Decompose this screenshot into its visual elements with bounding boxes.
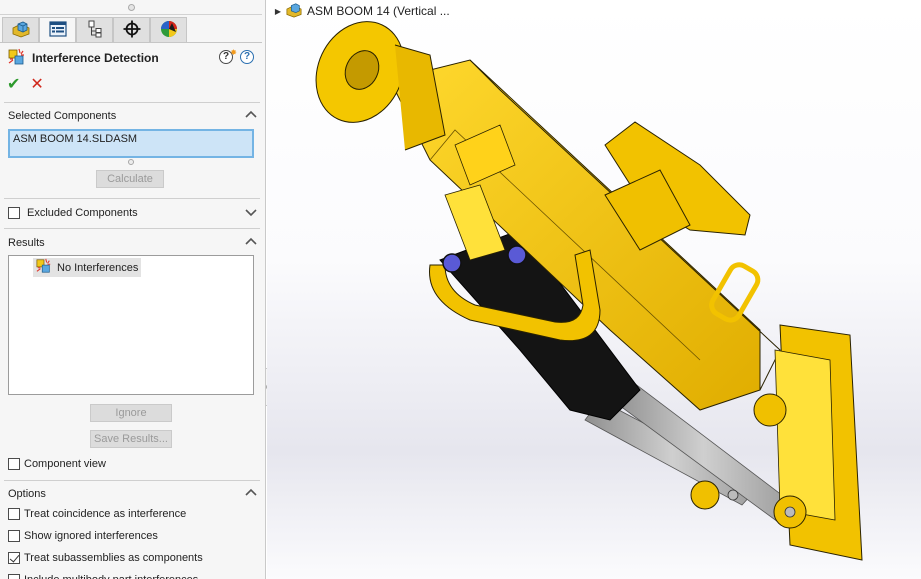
tab-dimxpert-manager[interactable] (113, 17, 150, 43)
selected-components-list[interactable]: ASM BOOM 14.SLDASM (8, 129, 254, 158)
crosshair-icon (123, 20, 141, 41)
divider (0, 42, 262, 43)
excluded-components-checkbox[interactable] (8, 207, 20, 219)
tab-configuration-manager[interactable] (76, 17, 113, 43)
boom-assembly-model[interactable] (267, 0, 921, 579)
cancel-button[interactable]: ✕ (30, 74, 43, 94)
save-results-button[interactable]: Save Results... (90, 430, 172, 448)
manager-tabs (2, 17, 187, 43)
checkbox[interactable] (8, 574, 20, 579)
chevron-down-icon[interactable] (244, 205, 258, 219)
option-treat-coincidence[interactable]: Treat coincidence as interference (8, 507, 186, 521)
divider (4, 102, 260, 103)
options-header[interactable]: Options (8, 486, 258, 502)
divider (4, 198, 260, 199)
assembly-name: ASM BOOM 14 (Vertical ... (307, 4, 450, 18)
page-title: Interference Detection (32, 51, 159, 65)
divider (0, 14, 262, 15)
option-include-multibody[interactable]: Include multibody part interferences (8, 573, 198, 579)
chevron-up-icon[interactable] (244, 486, 258, 500)
whats-new-help-icon[interactable]: ? ✸ (219, 48, 237, 64)
component-view-checkbox[interactable]: Component view (8, 457, 106, 471)
selected-components-label: Selected Components (8, 110, 117, 122)
divider (4, 480, 260, 481)
tab-display-manager[interactable] (150, 17, 187, 43)
ok-cancel-bar: ✔ ✕ (7, 74, 44, 94)
list-item[interactable]: No Interferences (33, 258, 142, 277)
list-item[interactable]: ASM BOOM 14.SLDASM (13, 133, 249, 145)
feature-tree-root[interactable]: ▶ ASM BOOM 14 (Vertical ... (271, 2, 450, 21)
property-manager-panel: Interference Detection ? ✸ ? ✔ ✕ Selected… (0, 0, 266, 579)
checkbox[interactable] (8, 508, 20, 520)
ok-button[interactable]: ✔ (7, 74, 20, 94)
interference-detection-icon (35, 258, 53, 277)
chevron-up-icon[interactable] (244, 235, 258, 249)
results-list[interactable]: No Interferences (8, 255, 254, 395)
expand-arrow-icon[interactable]: ▶ (271, 7, 285, 16)
configuration-icon (87, 20, 103, 41)
property-manager-header: Interference Detection ? ✸ ? (8, 48, 258, 68)
results-header[interactable]: Results (8, 235, 258, 251)
checkbox[interactable] (8, 530, 20, 542)
panel-resize-grip[interactable] (128, 4, 135, 11)
property-manager-icon (48, 20, 67, 40)
results-label: Results (8, 237, 45, 249)
divider (4, 228, 260, 229)
chevron-up-icon[interactable] (244, 108, 258, 122)
excluded-components-label: Excluded Components (27, 207, 138, 219)
excluded-components-header[interactable]: Excluded Components (8, 205, 258, 221)
checkbox[interactable] (8, 552, 20, 564)
selected-components-header[interactable]: Selected Components (8, 108, 258, 124)
checkbox[interactable] (8, 458, 20, 470)
option-treat-subassemblies[interactable]: Treat subassemblies as components (8, 551, 203, 565)
top-flange (315, 21, 446, 151)
calculate-button[interactable]: Calculate (96, 170, 164, 188)
help-icon[interactable]: ? (240, 50, 254, 64)
tab-feature-manager[interactable] (2, 17, 39, 43)
list-resize-grip[interactable] (128, 159, 134, 165)
ignore-button[interactable]: Ignore (90, 404, 172, 422)
option-show-ignored[interactable]: Show ignored interferences (8, 529, 158, 543)
appearance-icon (160, 20, 178, 41)
result-label: No Interferences (57, 261, 139, 274)
tab-property-manager[interactable] (39, 17, 76, 43)
assembly-icon (11, 20, 31, 41)
options-label: Options (8, 488, 46, 500)
graphics-viewport[interactable]: ▶ ASM BOOM 14 (Vertical ... (267, 0, 921, 579)
assembly-icon (285, 2, 303, 21)
interference-detection-icon (8, 48, 26, 69)
